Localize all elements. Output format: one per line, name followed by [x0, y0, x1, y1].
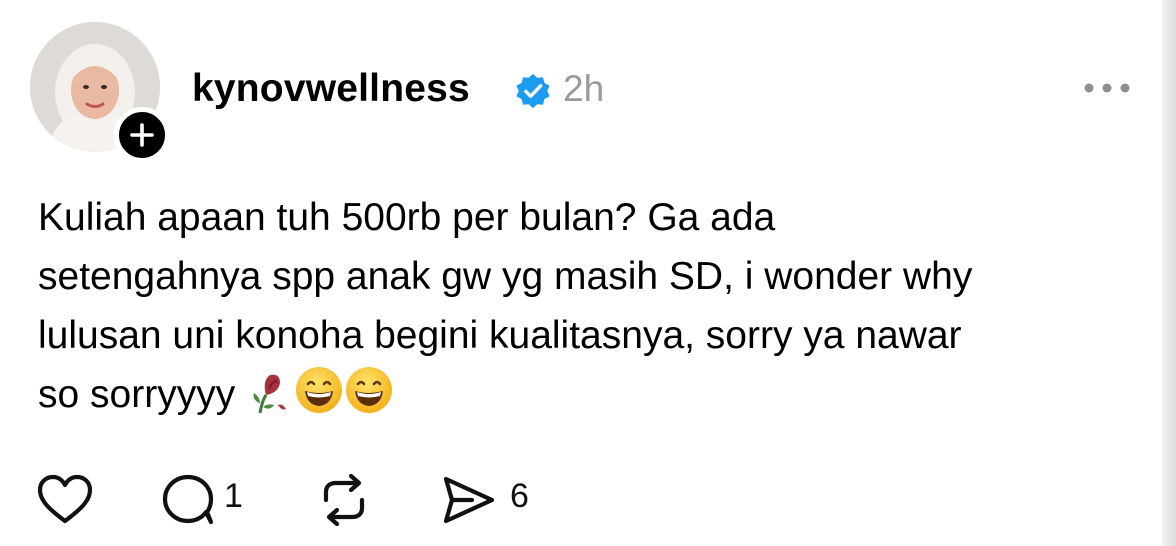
- follow-button[interactable]: [114, 107, 170, 163]
- plus-icon: [130, 123, 154, 147]
- wilted-rose-emoji: [246, 367, 294, 432]
- verified-badge-icon: [516, 73, 550, 109]
- post-text: Kuliah apaan tuh 500rb per bulan? Ga ada…: [38, 188, 1153, 432]
- comment-icon[interactable]: [160, 472, 216, 528]
- reply-count: 1: [224, 477, 243, 515]
- repost-icon[interactable]: [316, 472, 372, 528]
- author-username[interactable]: kynovwellness: [192, 66, 470, 112]
- heart-icon[interactable]: [36, 474, 94, 526]
- send-icon[interactable]: [440, 474, 498, 526]
- share-count: 6: [510, 477, 529, 515]
- grinning-face-emoji: [344, 365, 394, 432]
- grinning-face-emoji: [294, 365, 344, 432]
- post-actions: 1 6: [0, 466, 1176, 528]
- window-edge: [1162, 0, 1176, 546]
- more-options-icon[interactable]: [1082, 80, 1132, 96]
- post-timestamp: 2h: [563, 68, 605, 109]
- post-text-content: Kuliah apaan tuh 500rb per bulan? Ga ada…: [38, 196, 973, 416]
